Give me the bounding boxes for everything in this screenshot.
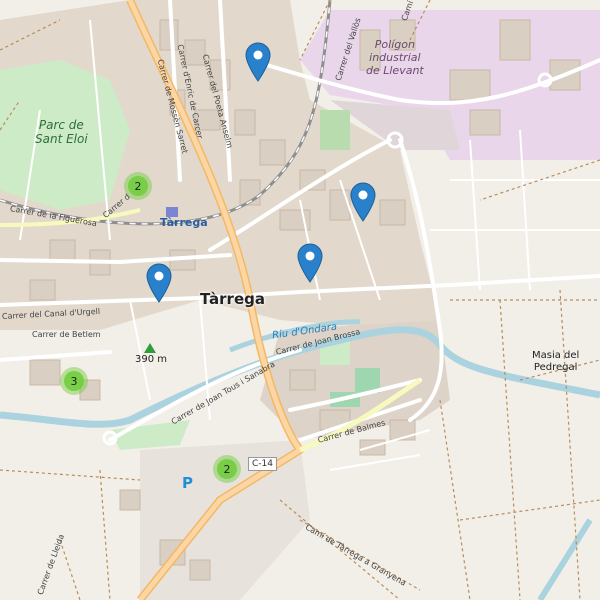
- cluster-marker[interactable]: 3: [60, 367, 88, 395]
- map-base-layer: [0, 0, 600, 600]
- cluster-count: 2: [128, 176, 148, 196]
- parking-icon: P: [182, 474, 193, 492]
- cluster-count: 3: [64, 371, 84, 391]
- map-pin-marker[interactable]: [146, 263, 172, 303]
- map-pin-icon: [146, 263, 172, 303]
- station-label: Tàrrega: [160, 216, 208, 229]
- farm-label: Masia del Pedregal: [532, 350, 580, 373]
- map-pin-icon: [297, 243, 323, 283]
- map-pin-icon: [350, 182, 376, 222]
- city-label: Tàrrega: [200, 290, 265, 308]
- map-canvas[interactable]: Parc de Sant Eloi Polígon industrial de Lle…: [0, 0, 600, 600]
- map-pin-marker[interactable]: [245, 42, 271, 82]
- cluster-marker[interactable]: 2: [213, 455, 241, 483]
- map-pin-icon: [245, 42, 271, 82]
- cluster-count: 2: [217, 459, 237, 479]
- road-shield-c14: C-14: [248, 457, 277, 471]
- peak-label: 390 m: [135, 354, 168, 365]
- industrial-zone-label: Polígon industrial de Llevant: [366, 38, 424, 77]
- street-label: Carrer de Betlem: [32, 330, 101, 339]
- park-label: Parc de Sant Eloi: [35, 118, 88, 146]
- map-pin-marker[interactable]: [297, 243, 323, 283]
- cluster-marker[interactable]: 2: [124, 172, 152, 200]
- map-pin-marker[interactable]: [350, 182, 376, 222]
